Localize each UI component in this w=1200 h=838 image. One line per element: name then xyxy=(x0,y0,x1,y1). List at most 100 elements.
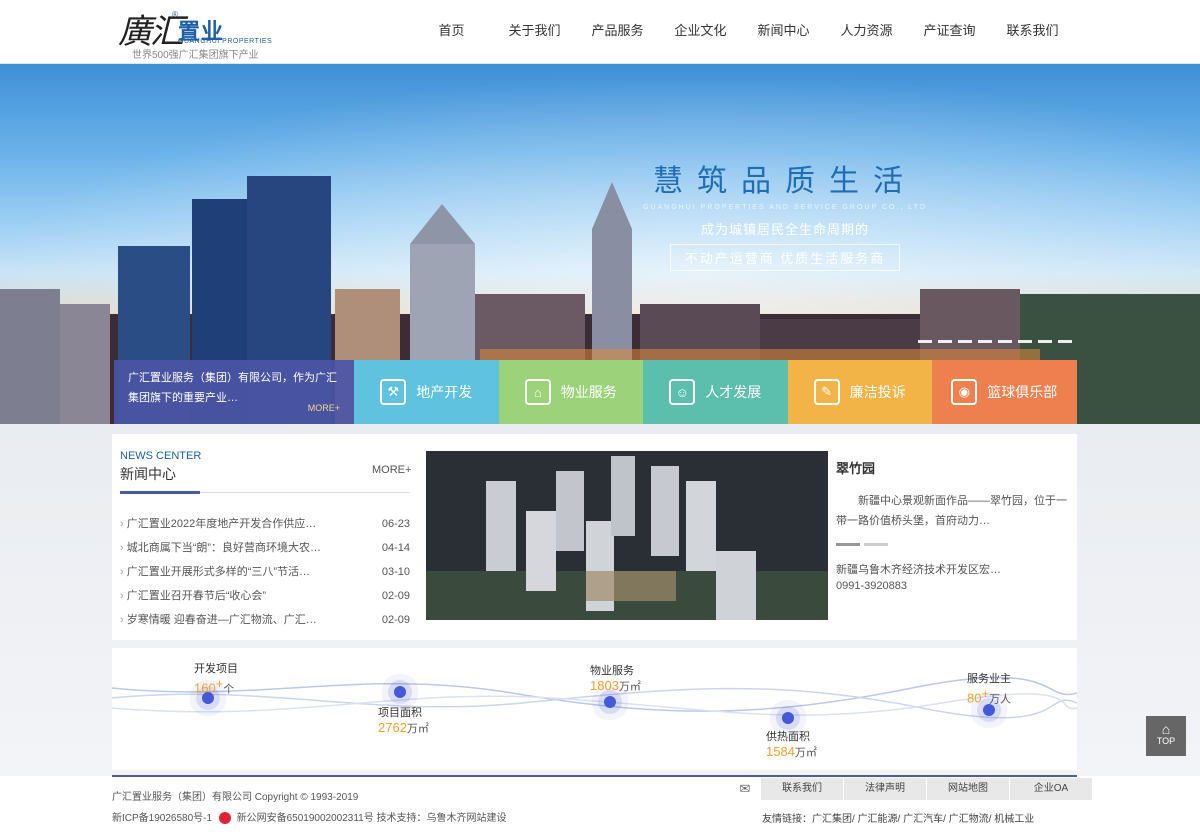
news-item-date: 04-14 xyxy=(381,542,410,554)
footer-copyright: 广汇置业服务（集团）有限公司 Copyright © 1993-2019 xyxy=(112,792,359,803)
news-item-date: 02-09 xyxy=(381,590,410,602)
news-item[interactable]: 城北商属下当“朗”：良好营商环境大农… 04-14 xyxy=(120,538,410,562)
company-intro[interactable]: 广汇置业服务（集团）有限公司，作为广汇集团旗下的重要产业… MORE+ xyxy=(114,360,354,424)
news-heading: NEWS CENTER 新闻中心 xyxy=(120,450,201,484)
stat-unit: 个 xyxy=(223,683,235,696)
stat-label: 开发项目 xyxy=(194,663,238,675)
tile-integrity-complaint[interactable]: ✎ 廉洁投诉 xyxy=(787,360,932,424)
tile-label: 人才发展 xyxy=(705,384,762,400)
police-badge-icon xyxy=(218,812,231,825)
top-label: TOP xyxy=(1156,736,1176,746)
banner-title: 慧筑品质生活 xyxy=(653,164,917,199)
carousel-dot[interactable] xyxy=(958,340,972,343)
stat-owners: 服务业主 80+万人 xyxy=(967,670,1011,707)
carousel-dot[interactable] xyxy=(918,340,932,343)
footer-link-oa[interactable]: 企业OA xyxy=(1010,778,1092,800)
footer-link-legal[interactable]: 法律声明 xyxy=(844,778,926,800)
carousel-dots xyxy=(918,340,1072,343)
news-item[interactable]: 岁寒情暖 迎春奋进—广汇物流、广汇… 02-09 xyxy=(120,610,410,634)
news-item[interactable]: 广汇置业开展形式多样的“三八”节活… 03-10 xyxy=(120,562,410,586)
tile-label: 地产开发 xyxy=(416,384,473,400)
intro-more-link[interactable]: MORE+ xyxy=(308,398,340,418)
icp-number[interactable]: 新ICP备19026580号-1 xyxy=(112,813,212,824)
footer-links: ✉ 联系我们 法律声明 网站地图 企业OA xyxy=(730,778,1092,800)
news-item-title: 广汇置业开展形式多样的“三八”节活… xyxy=(120,562,360,586)
site-header: 廣汇 ® 置业 GUANGHUI PROPERTIES 世界500强广汇集团旗下… xyxy=(0,0,1200,64)
nav-culture[interactable]: 企业文化 xyxy=(659,0,742,62)
logo[interactable]: 廣汇 ® 置业 GUANGHUI PROPERTIES 世界500强广汇集团旗下… xyxy=(118,4,278,61)
stat-project-area: 项目面积 2762万㎡ xyxy=(378,704,429,736)
banner-line2: 不动产运营商 优质生活服务商 xyxy=(669,244,901,271)
footer-divider xyxy=(112,775,1077,777)
tile-basketball-club[interactable]: ◉ 篮球俱乐部 xyxy=(932,360,1077,424)
news-title-cn: 新闻中心 xyxy=(120,466,176,482)
stat-node xyxy=(394,686,406,698)
stat-plus: + xyxy=(981,686,990,701)
stat-property-service: 物业服务 1803万㎡ xyxy=(590,662,641,694)
nav-home[interactable]: 首页 xyxy=(410,0,493,62)
footer-link-contact[interactable]: 联系我们 xyxy=(761,778,843,800)
police-record[interactable]: 新公网安备65019002002311号 技术支持：乌鲁木齐网站建设 xyxy=(237,813,507,824)
project-name[interactable]: 翠竹园 xyxy=(836,458,1072,477)
house-icon: ⌂ xyxy=(524,379,551,405)
news-list: 广汇置业2022年度地产开发合作供应… 06-23 城北商属下当“朗”：良好营商… xyxy=(120,514,410,634)
stat-label: 服务业主 xyxy=(967,673,1011,685)
stat-unit: 万㎡ xyxy=(794,747,817,759)
pager-dot[interactable] xyxy=(836,543,860,546)
banner-slogan: 慧筑品质生活 GUANGHUI PROPERTIES AND SERVICE G… xyxy=(620,156,950,271)
stat-value: 1803 xyxy=(590,678,619,693)
intro-text: 广汇置业服务（集团）有限公司，作为广汇集团旗下的重要产业… xyxy=(128,372,337,404)
people-icon: ☺ xyxy=(669,379,696,405)
stat-label: 项目面积 xyxy=(378,707,422,719)
stat-label: 供热面积 xyxy=(766,731,810,743)
nav-hr[interactable]: 人力资源 xyxy=(825,0,908,62)
news-divider xyxy=(120,491,410,494)
carousel-dot[interactable] xyxy=(938,340,952,343)
stat-node xyxy=(782,712,794,724)
wechat-icon[interactable]: ✉ xyxy=(730,778,760,800)
logo-tagline: 世界500强广汇集团旗下产业 xyxy=(132,50,259,61)
news-more-link[interactable]: MORE+ xyxy=(372,464,411,476)
project-pager xyxy=(836,543,1072,546)
nav-contact[interactable]: 联系我们 xyxy=(991,0,1074,62)
news-section: NEWS CENTER 新闻中心 MORE+ 广汇置业2022年度地产开发合作供… xyxy=(112,434,1077,640)
nav-certificate[interactable]: 产证查询 xyxy=(908,0,991,62)
nav-about[interactable]: 关于我们 xyxy=(493,0,576,62)
banner-subtitle-en: GUANGHUI PROPERTIES AND SERVICE GROUP CO… xyxy=(642,204,928,211)
service-tiles: ⚒ 地产开发 ⌂ 物业服务 ☺ 人才发展 ✎ 廉洁投诉 ◉ 篮球俱乐部 xyxy=(354,360,1077,424)
friend-links[interactable]: 友情链接：广汇集团/ 广汇能源/ 广汇汽车/ 广汇物流/ 机械工业 xyxy=(762,810,1034,825)
news-divider-active xyxy=(120,491,200,494)
news-item[interactable]: 广汇置业2022年度地产开发合作供应… 06-23 xyxy=(120,514,410,538)
project-photo[interactable] xyxy=(426,451,828,620)
news-title-en: NEWS CENTER xyxy=(120,450,202,462)
news-item-date: 06-23 xyxy=(381,518,410,530)
stat-node xyxy=(604,696,616,708)
stat-heating-area: 供热面积 1584万㎡ xyxy=(766,728,817,760)
news-item-title: 广汇置业召开春节后“收心会” xyxy=(120,586,360,610)
stat-value: 160 xyxy=(194,680,216,696)
news-item-title: 岁寒情暖 迎春奋进—广汇物流、广汇… xyxy=(120,610,360,634)
carousel-dot[interactable] xyxy=(1058,340,1072,343)
tile-talent[interactable]: ☺ 人才发展 xyxy=(643,360,788,424)
up-arrow-icon: ⌂ xyxy=(1161,721,1171,737)
carousel-dot[interactable] xyxy=(1038,340,1052,343)
news-item-title: 城北商属下当“朗”：良好营商环境大农… xyxy=(120,538,360,562)
back-to-top-button[interactable]: ⌂ TOP xyxy=(1146,716,1186,756)
tile-property-service[interactable]: ⌂ 物业服务 xyxy=(498,360,643,424)
stat-unit: 万㎡ xyxy=(618,681,641,693)
carousel-dot[interactable] xyxy=(998,340,1012,343)
footer-link-sitemap[interactable]: 网站地图 xyxy=(927,778,1009,800)
carousel-dot[interactable] xyxy=(978,340,992,343)
nav-news[interactable]: 新闻中心 xyxy=(742,0,825,62)
pager-dot[interactable] xyxy=(864,543,888,546)
project-info: 翠竹园 新疆中心景观新面作品——翠竹园，位于一带一路价值桥头堡，首府动力… 新疆… xyxy=(836,458,1072,594)
news-item-date: 03-10 xyxy=(381,566,410,578)
stat-value: 80 xyxy=(967,690,982,706)
nav-products[interactable]: 产品服务 xyxy=(576,0,659,62)
news-item[interactable]: 广汇置业召开春节后“收心会” 02-09 xyxy=(120,586,410,610)
project-description: 新疆中心景观新面作品——翠竹园，位于一带一路价值桥头堡，首府动力… xyxy=(836,495,1067,527)
carousel-dot[interactable] xyxy=(1018,340,1032,343)
footer-icp: 新ICP备19026580号-1 新公网安备65019002002311号 技术… xyxy=(112,809,507,825)
hero-banner: 慧筑品质生活 GUANGHUI PROPERTIES AND SERVICE G… xyxy=(0,64,1200,424)
tile-real-estate[interactable]: ⚒ 地产开发 xyxy=(354,360,499,424)
